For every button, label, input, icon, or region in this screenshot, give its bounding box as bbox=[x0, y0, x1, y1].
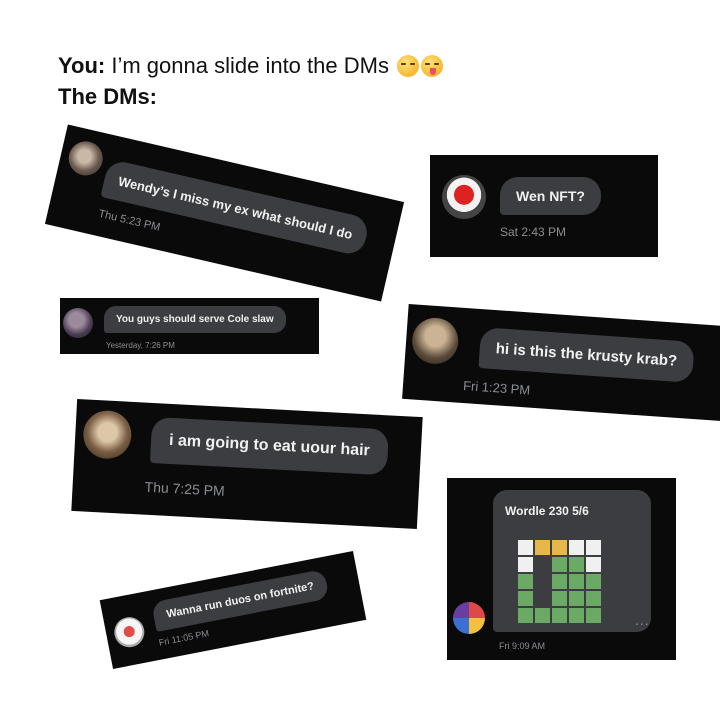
wordle-square bbox=[586, 574, 601, 589]
avatar[interactable] bbox=[442, 175, 486, 219]
wordle-row bbox=[518, 591, 603, 608]
message-bubble[interactable]: i am going to eat uour hair bbox=[149, 416, 389, 476]
smirk-emoji-icon bbox=[397, 55, 420, 77]
wordle-square bbox=[552, 557, 567, 572]
avatar[interactable] bbox=[82, 409, 133, 460]
wordle-square bbox=[586, 591, 601, 606]
wordle-square bbox=[586, 540, 601, 555]
dm-card: Wanna run duos on fortnite? Fri 11:05 PM bbox=[99, 551, 367, 669]
message-timestamp: Fri 9:09 AM bbox=[499, 641, 546, 651]
avatar[interactable] bbox=[410, 316, 460, 366]
wordle-square bbox=[552, 608, 567, 623]
wordle-square bbox=[552, 540, 567, 555]
wordle-row bbox=[518, 608, 603, 625]
wordle-row bbox=[518, 540, 603, 557]
dm-card: Wen NFT? Sat 2:43 PM bbox=[430, 155, 658, 257]
avatar[interactable] bbox=[63, 308, 93, 338]
wordle-square bbox=[569, 574, 584, 589]
message-timestamp: Sat 2:43 PM bbox=[500, 225, 567, 239]
message-bubble[interactable]: Wendy’s I miss my ex what should I do bbox=[100, 158, 371, 257]
wordle-row bbox=[518, 557, 603, 574]
wordle-square bbox=[586, 608, 601, 623]
avatar[interactable] bbox=[65, 137, 107, 179]
more-options-icon[interactable]: ... bbox=[635, 612, 650, 628]
dm-card-wordle: Wordle 230 5/6 ... Fri 9:09 AM bbox=[447, 478, 676, 660]
avatar[interactable] bbox=[111, 614, 147, 650]
wordle-square bbox=[535, 557, 550, 572]
avatar[interactable] bbox=[453, 602, 485, 634]
wordle-title: Wordle 230 5/6 bbox=[505, 504, 589, 518]
wordle-square bbox=[569, 540, 584, 555]
wordle-square bbox=[552, 574, 567, 589]
wordle-square bbox=[518, 557, 533, 572]
wordle-square bbox=[518, 608, 533, 623]
wordle-square bbox=[518, 540, 533, 555]
caption-you-text: I’m gonna slide into the DMs bbox=[105, 53, 396, 78]
dm-card: You guys should serve Cole slaw Yesterda… bbox=[60, 298, 319, 354]
message-timestamp: Fri 1:23 PM bbox=[462, 377, 531, 398]
wordle-square bbox=[569, 608, 584, 623]
message-timestamp: Yesterday, 7:26 PM bbox=[106, 341, 175, 350]
message-bubble[interactable]: hi is this the krusty krab? bbox=[478, 327, 695, 383]
wordle-row bbox=[518, 574, 603, 591]
caption-you-label: You: bbox=[58, 53, 106, 78]
wordle-square bbox=[586, 557, 601, 572]
wordle-square bbox=[535, 608, 550, 623]
wordle-square bbox=[569, 557, 584, 572]
wordle-square bbox=[518, 591, 533, 606]
message-timestamp: Thu 7:25 PM bbox=[144, 478, 226, 499]
wordle-square bbox=[535, 591, 550, 606]
dm-card: i am going to eat uour hair Thu 7:25 PM bbox=[71, 399, 423, 529]
caption-dms-label: The DMs: bbox=[58, 84, 157, 109]
caption-line-2: The DMs: bbox=[58, 81, 443, 112]
wordle-square bbox=[518, 574, 533, 589]
message-bubble[interactable]: Wen NFT? bbox=[500, 177, 601, 215]
message-bubble[interactable]: Wanna run duos on fortnite? bbox=[151, 568, 330, 632]
zany-face-emoji-icon bbox=[421, 55, 444, 77]
message-bubble[interactable]: Wordle 230 5/6 bbox=[493, 490, 651, 632]
wordle-square bbox=[535, 574, 550, 589]
meme-caption: You: I’m gonna slide into the DMs The DM… bbox=[58, 50, 444, 112]
dm-card: hi is this the krusty krab? Fri 1:23 PM bbox=[402, 303, 720, 422]
wordle-square bbox=[535, 540, 550, 555]
wordle-square bbox=[569, 591, 584, 606]
dm-card: Wendy’s I miss my ex what should I do Th… bbox=[44, 124, 405, 302]
message-timestamp: Fri 11:05 PM bbox=[157, 628, 210, 648]
message-bubble[interactable]: You guys should serve Cole slaw bbox=[104, 306, 286, 333]
message-timestamp: Thu 5:23 PM bbox=[97, 207, 162, 234]
wordle-grid bbox=[518, 540, 603, 625]
caption-line-1: You: I’m gonna slide into the DMs bbox=[58, 50, 444, 81]
wordle-square bbox=[552, 591, 567, 606]
